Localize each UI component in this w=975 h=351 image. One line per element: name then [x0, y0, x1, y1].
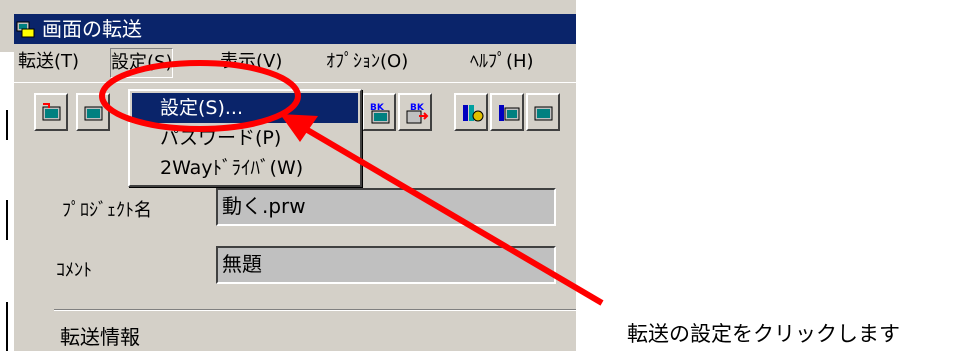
menu-item-password-label: パスワード(P)	[160, 127, 282, 149]
settings-dropdown-menu: 設定(S)... パスワード(P) 2Wayﾄﾞﾗｲﾊﾞ(W)	[128, 89, 362, 187]
menu-item-settings-label: 設定(S)...	[160, 97, 244, 119]
menu-transfer[interactable]: 転送(T)	[18, 48, 79, 76]
menu-options[interactable]: ｵﾌﾟｼｮﾝ(O)	[326, 48, 408, 76]
transfer-icon	[84, 106, 103, 121]
transfer-icon	[42, 103, 61, 121]
project-name-label: ﾌﾟﾛｼﾞｪｸﾄ名	[62, 200, 152, 221]
menu-item-2way-driver[interactable]: 2Wayﾄﾞﾗｲﾊﾞ(W)	[132, 153, 358, 183]
menu-bar: 転送(T) 設定(S) 表示(V) ｵﾌﾟｼｮﾝ(O) ﾍﾙﾌﾟ(H)	[14, 44, 576, 83]
toolbar-transfer-button[interactable]	[526, 93, 560, 131]
annotation-caption: 転送の設定をクリックします	[627, 322, 900, 346]
transfer-icon	[534, 106, 553, 121]
window-title: 画面の転送	[42, 17, 142, 41]
project-name-field[interactable]: 動く.prw	[216, 188, 556, 226]
menu-item-settings[interactable]: 設定(S)...	[132, 93, 358, 123]
toolbar-transfer-button[interactable]	[34, 93, 68, 131]
menu-help[interactable]: ﾍﾙﾌﾟ(H)	[470, 48, 534, 76]
backup-transfer-icon: BK	[406, 103, 429, 124]
menu-item-password[interactable]: パスワード(P)	[132, 123, 358, 153]
left-window-edge	[0, 52, 14, 351]
transfer-info-label: 転送情報	[60, 325, 140, 349]
toolbar-settings-button[interactable]	[454, 93, 488, 131]
comment-field[interactable]: 無題	[216, 246, 556, 284]
menu-view[interactable]: 表示(V)	[220, 48, 282, 76]
title-bar: 画面の転送	[14, 14, 576, 44]
toolbar-backup-button[interactable]: BK	[362, 93, 396, 131]
app-icon	[16, 21, 35, 38]
menu-item-2way-driver-label: 2Wayﾄﾞﾗｲﾊﾞ(W)	[160, 157, 304, 179]
settings-icon	[463, 105, 484, 122]
toolbar-transfer-button[interactable]	[76, 93, 110, 131]
backup-icon: BK	[370, 103, 390, 124]
toolbar-transfer-button[interactable]	[490, 93, 524, 131]
toolbar-backup-transfer-button[interactable]: BK	[398, 93, 432, 131]
section-divider	[54, 309, 576, 311]
menu-settings[interactable]: 設定(S)	[110, 48, 174, 78]
transfer-icon	[499, 105, 520, 121]
comment-label: ｺﾒﾝﾄ	[56, 260, 92, 281]
